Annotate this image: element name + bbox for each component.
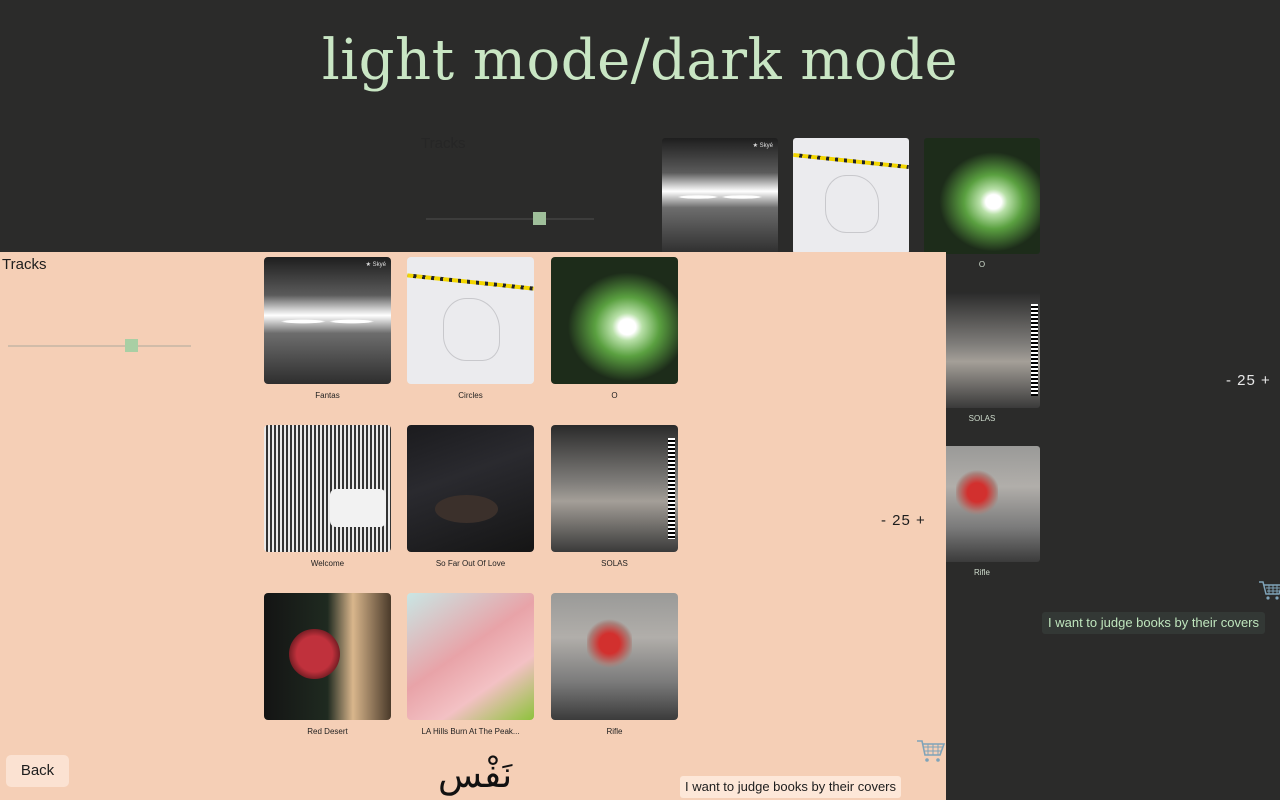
- shopping-cart-icon[interactable]: [916, 738, 946, 764]
- shopping-cart-icon[interactable]: [1258, 580, 1280, 602]
- dark-album-tile[interactable]: ★ Skyé: [662, 138, 778, 254]
- dark-judge-button[interactable]: I want to judge books by their covers: [1042, 612, 1266, 634]
- nafs-logo[interactable]: نَفْس: [438, 752, 512, 800]
- album-caption: LA Hills Burn At The Peak...: [421, 727, 520, 736]
- album-caption: Fantas: [315, 391, 340, 400]
- dark-album-cover[interactable]: [924, 138, 1040, 254]
- dark-album-tile[interactable]: O: [924, 138, 1040, 269]
- light-slider-thumb[interactable]: [125, 339, 138, 352]
- dark-album-tile[interactable]: [793, 138, 909, 254]
- album-cover[interactable]: [551, 425, 678, 552]
- album-caption: Welcome: [310, 559, 345, 568]
- album-caption: SOLAS: [601, 559, 628, 568]
- album-tile[interactable]: Welcome: [264, 425, 391, 568]
- album-cover[interactable]: [551, 257, 678, 384]
- album-caption: Rifle: [606, 727, 623, 736]
- album-tile[interactable]: O: [551, 257, 678, 400]
- album-cover[interactable]: [551, 593, 678, 720]
- album-caption: Red Desert: [307, 727, 348, 736]
- album-cover[interactable]: ★ Skyé: [264, 257, 391, 384]
- dark-quantity-counter[interactable]: - 25 +: [1226, 372, 1271, 389]
- dark-slider-thumb[interactable]: [533, 212, 546, 225]
- album-cover[interactable]: [407, 257, 534, 384]
- album-caption: So Far Out Of Love: [435, 559, 506, 568]
- back-button[interactable]: Back: [6, 755, 69, 787]
- album-cover[interactable]: [264, 593, 391, 720]
- light-slider-track: [8, 345, 191, 347]
- light-panel: Tracks ★ Skyé Fantas Circles O Welcome S…: [0, 252, 946, 800]
- album-cover[interactable]: [264, 425, 391, 552]
- album-tile[interactable]: Circles: [407, 257, 534, 400]
- album-tile[interactable]: SOLAS: [551, 425, 678, 568]
- album-logo: ★ Skyé: [365, 262, 386, 268]
- judge-books-button[interactable]: I want to judge books by their covers: [680, 776, 902, 798]
- dark-album-cover[interactable]: ★ Skyé: [662, 138, 778, 254]
- album-caption: Circles: [458, 391, 483, 400]
- album-caption: O: [611, 391, 618, 400]
- album-tile[interactable]: LA Hills Burn At The Peak...: [407, 593, 534, 736]
- dark-slider-track: [426, 218, 594, 220]
- page-title: light mode/dark mode: [321, 28, 959, 93]
- album-cover[interactable]: [407, 593, 534, 720]
- album-cover[interactable]: [407, 425, 534, 552]
- quantity-counter[interactable]: - 25 +: [881, 512, 926, 529]
- light-tracks-label: Tracks: [2, 256, 47, 273]
- album-tile[interactable]: Rifle: [551, 593, 678, 736]
- dark-tracks-label: Tracks: [421, 135, 466, 152]
- album-tile[interactable]: ★ Skyé Fantas: [264, 257, 391, 400]
- album-tile[interactable]: Red Desert: [264, 593, 391, 736]
- album-logo: ★ Skyé: [752, 143, 773, 149]
- dark-tracks-slider[interactable]: [426, 212, 594, 226]
- light-tracks-slider[interactable]: [8, 339, 191, 353]
- album-tile[interactable]: So Far Out Of Love: [407, 425, 534, 568]
- dark-album-cover[interactable]: [793, 138, 909, 254]
